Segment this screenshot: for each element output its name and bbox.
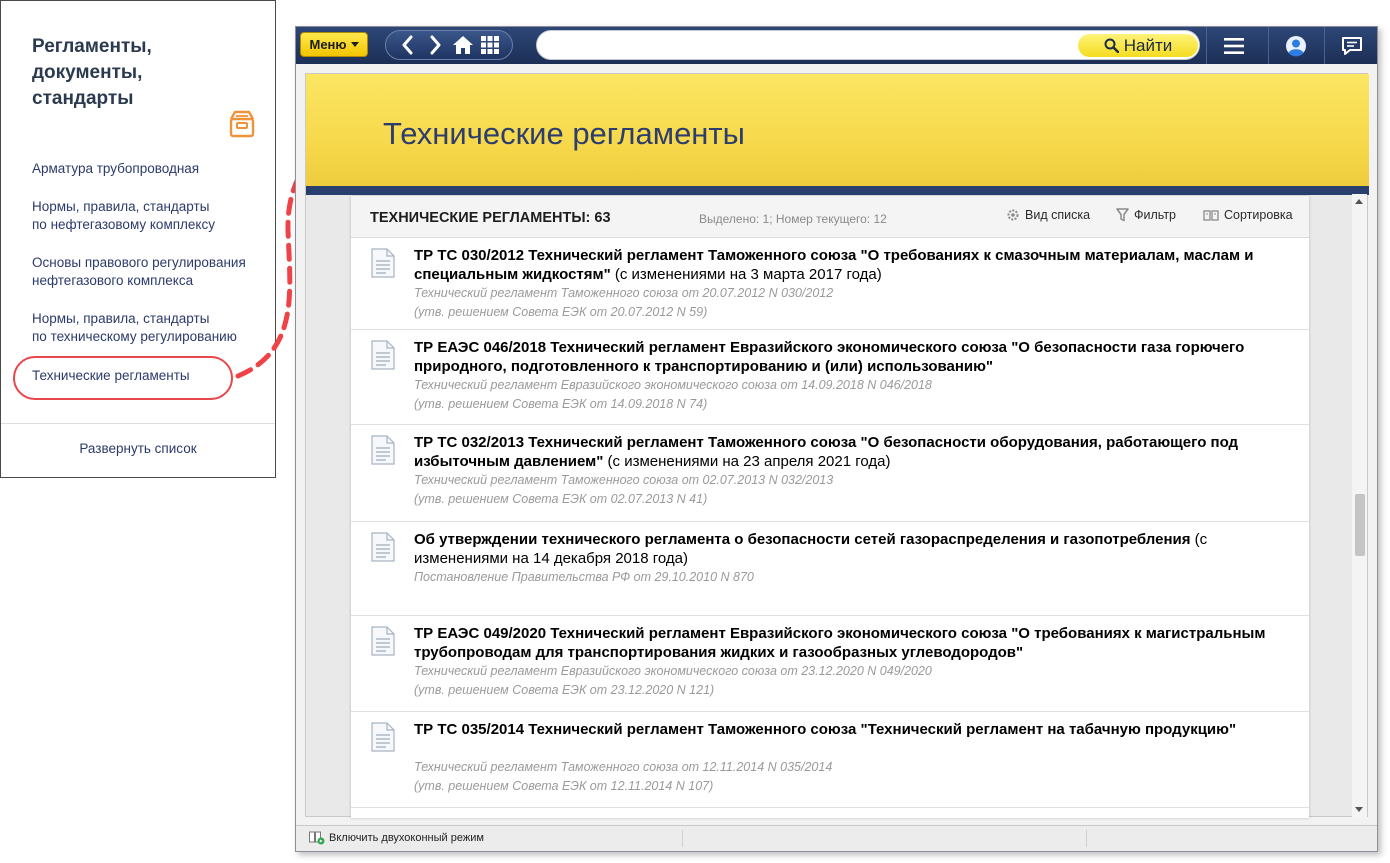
- document-row[interactable]: Об утверждении технического регламента о…: [351, 522, 1309, 616]
- document-title[interactable]: ТР ТС 035/2014 Технический регламент Там…: [414, 720, 1294, 739]
- chat-bubble-icon: [1341, 36, 1362, 55]
- chevron-left-icon: [402, 35, 413, 55]
- status-divider: [1086, 830, 1087, 847]
- document-title[interactable]: ТР ТС 030/2012 Технический регламент Там…: [414, 246, 1294, 284]
- document-subtitle: (утв. решением Совета ЕЭК от 23.12.2020 …: [414, 683, 715, 697]
- document-subtitle: Технический регламент Евразийского эконо…: [414, 664, 932, 678]
- document-subtitle: Технический регламент Таможенного союза …: [414, 473, 834, 487]
- document-title[interactable]: Об утверждении технического регламента о…: [414, 530, 1294, 568]
- home-button[interactable]: [451, 33, 475, 57]
- page-banner: Технические регламенты: [306, 74, 1369, 192]
- hamburger-menu-button[interactable]: [1206, 27, 1260, 64]
- sort-label: Сортировка: [1224, 208, 1293, 222]
- left-nav-item-legal-basics[interactable]: Основы правового регулирования нефтегазо…: [32, 254, 267, 290]
- list-header: ТЕХНИЧЕСКИЕ РЕГЛАМЕНТЫ: 63 Выделено: 1; …: [351, 196, 1309, 238]
- document-icon: [371, 435, 395, 465]
- document-subtitle: Постановление Правительства РФ от 29.10.…: [414, 570, 754, 584]
- search-input[interactable]: [551, 36, 1071, 56]
- sort-button[interactable]: Сортировка: [1203, 208, 1293, 222]
- list-view-label: Вид списка: [1025, 208, 1091, 222]
- document-subtitle: (утв. решением Совета ЕЭК от 20.07.2012 …: [414, 305, 708, 319]
- document-title[interactable]: ТР ЕАЭС 049/2020 Технический регламент Е…: [414, 624, 1294, 662]
- dual-window-label: Включить двухоконный режим: [329, 832, 484, 844]
- chat-button[interactable]: [1324, 27, 1378, 64]
- scroll-down-arrow-icon[interactable]: [1355, 807, 1363, 812]
- status-bar: Включить двухоконный режим: [296, 825, 1377, 851]
- navigation-group: [385, 30, 513, 60]
- filter-button[interactable]: Фильтр: [1116, 208, 1176, 222]
- funnel-icon: [1116, 208, 1129, 222]
- search-button[interactable]: Найти: [1078, 34, 1198, 57]
- vertical-scrollbar[interactable]: [1352, 194, 1367, 818]
- chevron-right-icon: [430, 35, 441, 55]
- menu-button-label: Меню: [309, 37, 347, 52]
- forward-button[interactable]: [423, 33, 447, 57]
- document-title[interactable]: ТР ЕАЭС 046/2018 Технический регламент Е…: [414, 338, 1294, 376]
- document-subtitle: Технический регламент Таможенного союза …: [414, 286, 834, 300]
- user-profile-button[interactable]: [1268, 27, 1322, 64]
- list-selection-meta: Выделено: 1; Номер текущего: 12: [699, 212, 887, 226]
- grid-icon: [481, 36, 500, 54]
- search-button-label: Найти: [1123, 35, 1173, 55]
- list-view-button[interactable]: Вид списка: [1006, 208, 1090, 222]
- document-icon: [371, 248, 395, 278]
- left-nav-item-armatura[interactable]: Арматура трубопроводная: [32, 160, 267, 178]
- document-icon: [371, 722, 395, 752]
- filter-label: Фильтр: [1134, 208, 1176, 222]
- document-icon: [371, 532, 395, 562]
- document-subtitle: Технический регламент Евразийского эконо…: [414, 378, 932, 392]
- gear-icon: [1007, 209, 1019, 221]
- document-subtitle: Технический регламент Таможенного союза …: [414, 760, 833, 774]
- dual-window-icon: [309, 831, 325, 845]
- document-subtitle: (утв. решением Совета ЕЭК от 14.09.2018 …: [414, 397, 708, 411]
- hamburger-icon: [1223, 37, 1244, 54]
- document-row[interactable]: ТР ЕАЭС 049/2020 Технический регламент Е…: [351, 616, 1309, 712]
- left-panel-title: Регламенты, документы, стандарты: [32, 36, 152, 109]
- content-frame: Технические регламенты ТЕХНИЧЕСКИЕ РЕГЛА…: [305, 73, 1369, 818]
- top-toolbar: Меню Найти: [296, 27, 1377, 64]
- list-count-title: ТЕХНИЧЕСКИЕ РЕГЛАМЕНТЫ: 63: [370, 210, 611, 226]
- apps-grid-button[interactable]: [478, 33, 502, 57]
- document-row[interactable]: ТР ТС 035/2014 Технический регламент Там…: [351, 712, 1309, 808]
- left-nav-item-tech-regulation-norms[interactable]: Нормы, правила, стандарты по техническом…: [32, 310, 267, 346]
- document-row[interactable]: ТР ТС 032/2013 Технический регламент Там…: [351, 425, 1309, 522]
- document-subtitle: (утв. решением Совета ЕЭК от 12.11.2014 …: [414, 779, 714, 793]
- document-row[interactable]: ТР ЕАЭС 046/2018 Технический регламент Е…: [351, 330, 1309, 425]
- expand-list-link[interactable]: Развернуть список: [1, 441, 275, 456]
- left-nav-item-oil-gas-norms[interactable]: Нормы, правила, стандарты по нефтегазово…: [32, 198, 267, 234]
- app-window: Меню Найти Технические регламенты ТЕХНИЧ…: [295, 26, 1378, 852]
- document-title[interactable]: ТР ТС 032/2013 Технический регламент Там…: [414, 433, 1294, 471]
- magnifier-icon: [1104, 38, 1119, 53]
- user-avatar-icon: [1285, 35, 1306, 56]
- selection-highlight-oval: [13, 356, 233, 400]
- left-panel-divider: [1, 423, 275, 424]
- document-row[interactable]: ТР ТС 030/2012 Технический регламент Там…: [351, 238, 1309, 330]
- archive-box-icon: [229, 110, 255, 138]
- document-subtitle: (утв. решением Совета ЕЭК от 02.07.2013 …: [414, 492, 708, 506]
- sort-icon: [1203, 210, 1219, 221]
- page-title: Технические регламенты: [383, 116, 745, 151]
- chevron-down-icon: [350, 42, 359, 47]
- back-button[interactable]: [396, 33, 420, 57]
- scrollbar-thumb[interactable]: [1355, 494, 1365, 556]
- document-icon: [371, 626, 395, 656]
- banner-divider: [306, 186, 1369, 195]
- left-panel: Регламенты, документы, стандарты Арматур…: [0, 0, 276, 478]
- search-box: Найти: [536, 30, 1200, 60]
- menu-button[interactable]: Меню: [300, 32, 368, 57]
- dual-window-toggle[interactable]: Включить двухоконный режим: [309, 831, 484, 845]
- document-icon: [371, 340, 395, 370]
- home-icon: [452, 36, 473, 54]
- document-list-panel: ТЕХНИЧЕСКИЕ РЕГЛАМЕНТЫ: 63 Выделено: 1; …: [351, 196, 1309, 818]
- scroll-up-arrow-icon[interactable]: [1355, 199, 1363, 204]
- status-divider: [682, 830, 683, 847]
